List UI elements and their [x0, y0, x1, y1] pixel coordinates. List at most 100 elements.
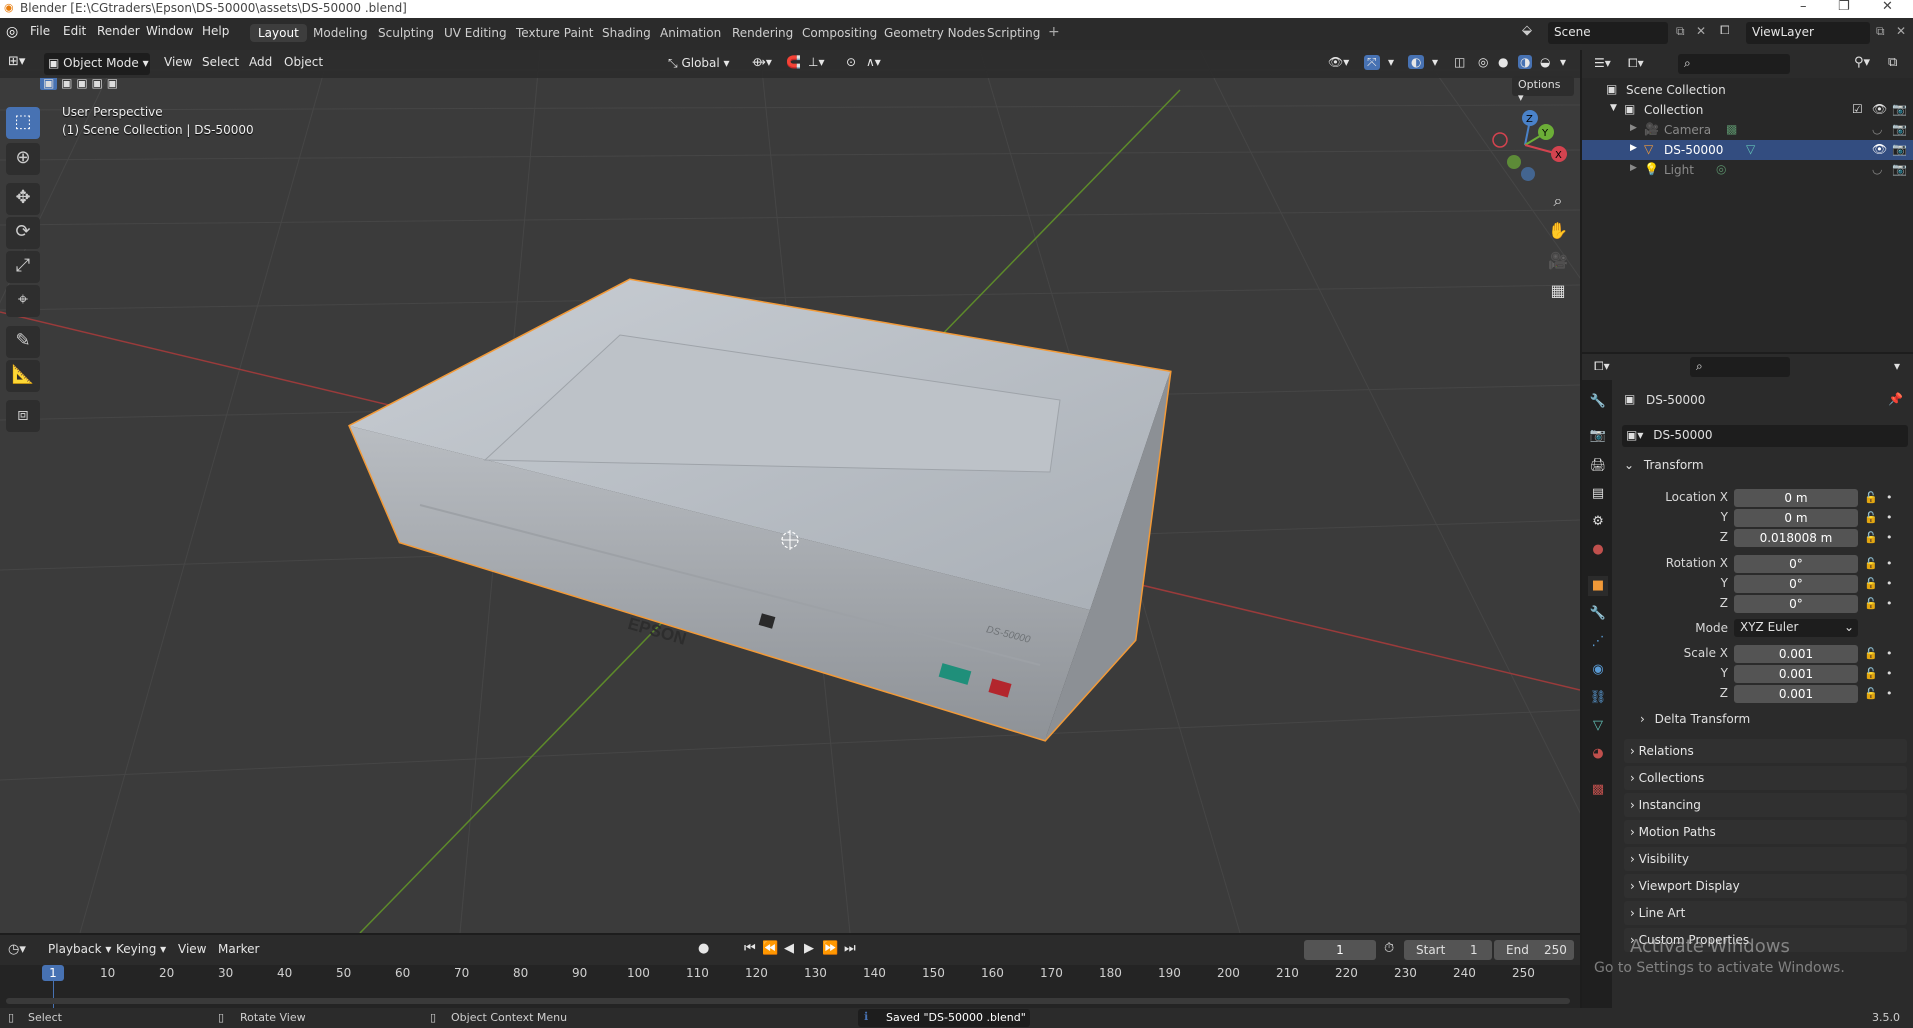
texture-tab-icon[interactable]: ▩: [1588, 780, 1608, 800]
location-z-field[interactable]: 0.018008 m: [1734, 529, 1858, 547]
keyframe-dot-icon[interactable]: •: [1886, 531, 1893, 544]
panel-instancing[interactable]: › Instancing: [1624, 793, 1907, 817]
location-y-field[interactable]: 0 m: [1734, 509, 1858, 527]
tab-animation[interactable]: Animation: [652, 24, 729, 42]
tool-move[interactable]: ✥: [6, 183, 40, 215]
tool-select-box[interactable]: ⬚: [6, 107, 40, 139]
keyframe-dot-icon[interactable]: •: [1886, 577, 1893, 590]
material-tab-icon[interactable]: ◕: [1588, 744, 1608, 764]
object-name-field[interactable]: ▣▾ DS-50000: [1622, 425, 1908, 447]
tab-compositing[interactable]: Compositing: [794, 24, 885, 42]
menu-file[interactable]: File: [30, 24, 50, 38]
delete-view-layer-icon[interactable]: ✕: [1896, 24, 1906, 38]
keyframe-dot-icon[interactable]: •: [1886, 491, 1893, 504]
end-frame-field[interactable]: End 250: [1494, 940, 1574, 960]
properties-options-icon[interactable]: ▾: [1894, 359, 1900, 373]
tab-texture-paint[interactable]: Texture Paint: [508, 24, 601, 42]
falloff-icon[interactable]: ∧▾: [866, 55, 881, 69]
menu-object[interactable]: Object: [284, 55, 323, 69]
pin-icon[interactable]: 📌: [1888, 392, 1903, 406]
properties-search-input[interactable]: ⌕: [1690, 357, 1790, 377]
transform-panel-header[interactable]: ⌄ Transform: [1624, 458, 1907, 480]
properties-editor-icon[interactable]: ⧠▾: [1594, 359, 1610, 374]
outliner-editor-icon[interactable]: ☰▾: [1594, 56, 1611, 70]
tool-measure[interactable]: 📐: [6, 360, 40, 392]
location-x-field[interactable]: 0 m: [1734, 489, 1858, 507]
play-icon[interactable]: ▶: [804, 941, 814, 956]
tab-uv-editing[interactable]: UV Editing: [436, 24, 515, 42]
panel-viewport-display[interactable]: › Viewport Display: [1624, 874, 1907, 898]
exclude-checkbox-icon[interactable]: ☑: [1852, 102, 1863, 116]
render-camera-icon[interactable]: 📷: [1892, 102, 1907, 116]
lock-icon[interactable]: 🔓: [1864, 511, 1878, 524]
outliner-collection[interactable]: ▼ ▣ Collection ☑ 👁 📷: [1582, 100, 1913, 120]
expand-icon[interactable]: ▶: [1630, 123, 1637, 133]
menu-render[interactable]: Render: [97, 24, 140, 38]
next-keyframe-icon[interactable]: ⏩: [822, 941, 838, 956]
tab-rendering[interactable]: Rendering: [724, 24, 801, 42]
outliner-search-input[interactable]: ⌕: [1678, 54, 1790, 74]
lock-icon[interactable]: 🔓: [1864, 557, 1878, 570]
keyframe-dot-icon[interactable]: •: [1886, 597, 1893, 610]
options-dropdown[interactable]: Options ▾: [1512, 76, 1574, 104]
view-layer-icon[interactable]: ⧠: [1720, 23, 1730, 38]
expand-icon[interactable]: ▶: [1630, 143, 1637, 153]
tool-cursor[interactable]: ⊕: [6, 143, 40, 175]
orientation-dropdown[interactable]: ⤡ Global ▾: [666, 53, 746, 75]
mode-set-icon[interactable]: ▣: [40, 76, 58, 90]
rotation-mode-dropdown[interactable]: XYZ Euler ⌄: [1734, 619, 1858, 637]
keyframe-dot-icon[interactable]: •: [1886, 557, 1893, 570]
menu-view[interactable]: View: [164, 55, 192, 69]
scene-icon[interactable]: ⬙: [1522, 23, 1532, 38]
prev-keyframe-icon[interactable]: ⏪: [762, 941, 778, 956]
tool-rotate[interactable]: ⟳: [6, 217, 40, 249]
menu-edit[interactable]: Edit: [63, 24, 86, 38]
maximize-button[interactable]: ❐: [1838, 0, 1850, 14]
3d-viewport[interactable]: EPSON DS-50000 Z Y X User Perspective (1…: [0, 50, 1580, 933]
panel-visibility[interactable]: › Visibility: [1624, 847, 1907, 871]
view-layer-tab-icon[interactable]: ▤: [1588, 484, 1608, 504]
timeline-scrollbar[interactable]: [6, 998, 1570, 1004]
add-workspace-icon[interactable]: +: [1048, 24, 1060, 40]
world-tab-icon[interactable]: ●: [1588, 540, 1608, 560]
jump-end-icon[interactable]: ⏭: [844, 941, 856, 956]
lock-icon[interactable]: 🔓: [1864, 531, 1878, 544]
visibility-icon[interactable]: 👁▾: [1328, 55, 1349, 69]
eye-icon[interactable]: 👁: [1872, 142, 1887, 156]
menu-add[interactable]: Add: [249, 55, 272, 69]
menu-keying[interactable]: Keying ▾: [116, 942, 166, 956]
object-tab-icon[interactable]: ■: [1588, 576, 1608, 596]
mode-extend-icon[interactable]: ▣: [61, 76, 72, 90]
snap-icon[interactable]: 🧲: [786, 55, 801, 69]
overlay-dropdown-icon[interactable]: ▾: [1432, 55, 1438, 69]
render-camera-icon[interactable]: 📷: [1892, 162, 1907, 176]
render-camera-icon[interactable]: 📷: [1892, 122, 1907, 136]
pan-button[interactable]: ✋: [1544, 217, 1572, 245]
outliner-scene-collection[interactable]: ▣ Scene Collection: [1582, 80, 1913, 100]
menu-help[interactable]: Help: [202, 24, 229, 38]
editor-type-icon[interactable]: ⊞▾: [8, 54, 25, 69]
particles-tab-icon[interactable]: ⋰: [1588, 632, 1608, 652]
lock-icon[interactable]: 🔓: [1864, 667, 1878, 680]
panel-collections[interactable]: › Collections: [1624, 766, 1907, 790]
mode-invert-icon[interactable]: ▣: [92, 76, 103, 90]
tab-layout[interactable]: Layout: [250, 24, 307, 42]
tool-scale[interactable]: ⤢: [6, 251, 40, 283]
jump-start-icon[interactable]: ⏮: [744, 941, 756, 956]
rotation-y-field[interactable]: 0°: [1734, 575, 1858, 593]
close-button[interactable]: ✕: [1882, 0, 1893, 14]
xray-icon[interactable]: ◫: [1454, 55, 1465, 69]
scene-selector[interactable]: Scene: [1548, 22, 1668, 44]
keyframe-dot-icon[interactable]: •: [1886, 687, 1893, 700]
constraints-tab-icon[interactable]: ⛓: [1588, 688, 1608, 708]
keyframe-dot-icon[interactable]: •: [1886, 667, 1893, 680]
minimize-button[interactable]: –: [1800, 0, 1807, 14]
tab-shading[interactable]: Shading: [594, 24, 659, 42]
mode-subtract-icon[interactable]: ▣: [76, 76, 87, 90]
lock-icon[interactable]: 🔓: [1864, 577, 1878, 590]
delta-transform-subpanel[interactable]: › Delta Transform: [1640, 712, 1900, 734]
modifier-tab-icon[interactable]: 🔧: [1588, 604, 1608, 624]
camera-view-button[interactable]: 🎥: [1544, 247, 1572, 275]
panel-motion-paths[interactable]: › Motion Paths: [1624, 820, 1907, 844]
play-reverse-icon[interactable]: ◀: [784, 941, 794, 956]
